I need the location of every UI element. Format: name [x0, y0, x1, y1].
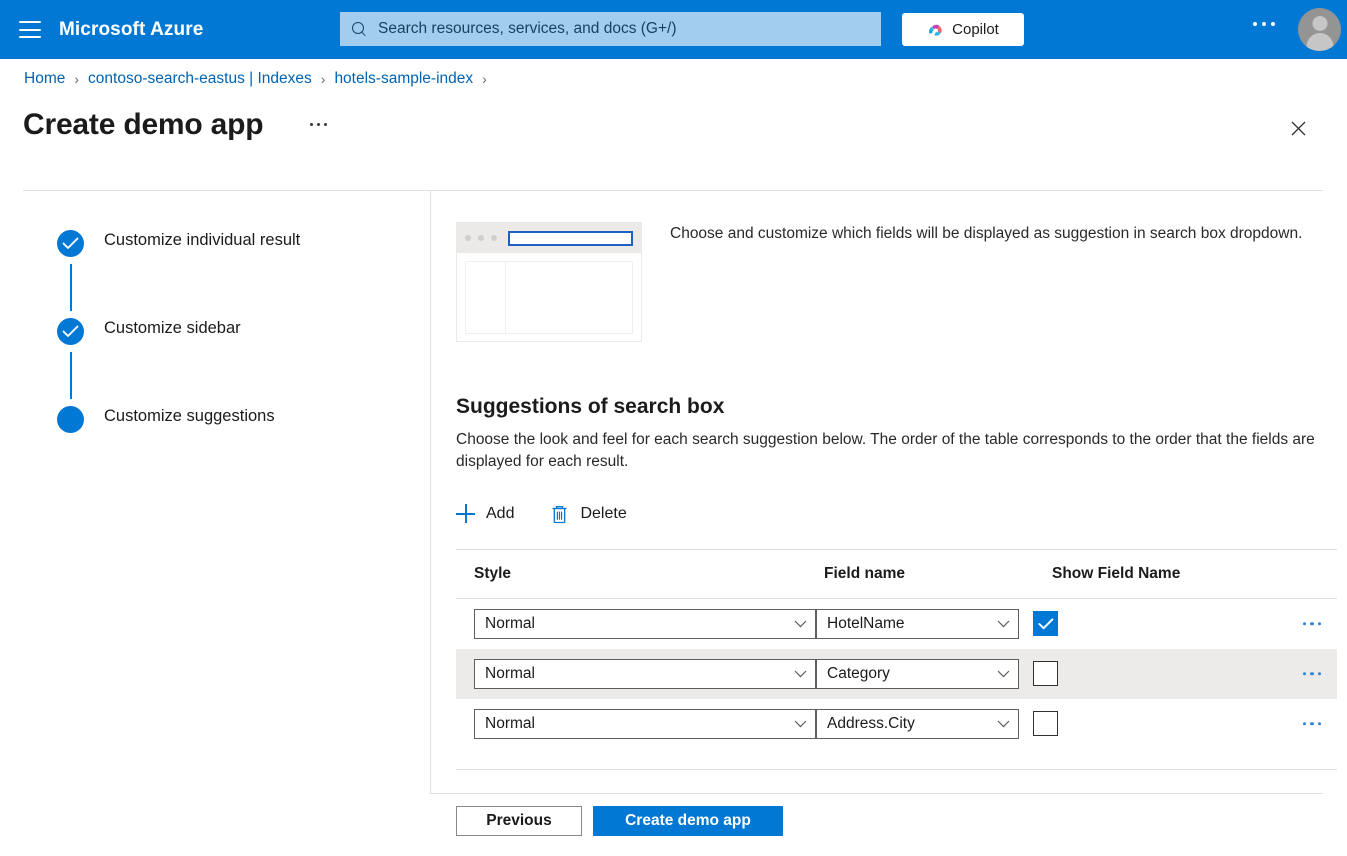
sidebar-item-customize-sidebar[interactable]: Customize sidebar: [57, 316, 407, 404]
check-icon: [1038, 618, 1054, 630]
copilot-button[interactable]: Copilot: [902, 13, 1024, 46]
column-header-field-name: Field name: [824, 564, 905, 582]
wizard-steps: Customize individual result Customize si…: [57, 228, 407, 433]
wizard-footer: Previous Create demo app: [456, 806, 783, 836]
delete-button[interactable]: Delete: [550, 504, 627, 524]
suggestions-table: Style Field name Show Field Name Normal …: [456, 550, 1337, 770]
trash-icon: [552, 505, 567, 524]
style-dropdown[interactable]: Normal: [474, 708, 816, 739]
style-dropdown[interactable]: Normal: [474, 608, 816, 639]
column-header-show-field-name: Show Field Name: [1052, 564, 1181, 582]
content-vertical-divider: [430, 190, 431, 793]
chevron-down-icon: [794, 670, 807, 678]
footer-divider: [430, 793, 1323, 794]
thumbnail-dot: [465, 235, 471, 241]
global-search-placeholder: Search resources, services, and docs (G+…: [378, 20, 677, 37]
create-demo-app-button[interactable]: Create demo app: [593, 806, 783, 836]
thumbnail-search-box: [508, 230, 633, 246]
step-label: Customize individual result: [104, 231, 301, 249]
chevron-down-icon: [794, 620, 807, 628]
hamburger-icon[interactable]: [19, 21, 41, 38]
section-title: Suggestions of search box: [456, 395, 725, 418]
breadcrumb-item-index[interactable]: hotels-sample-index: [334, 70, 473, 88]
chevron-down-icon: [794, 720, 807, 728]
copilot-label: Copilot: [952, 21, 999, 38]
page-title: Create demo app: [23, 108, 264, 141]
style-dropdown-value: Normal: [485, 614, 535, 632]
search-box-preview-thumbnail: [456, 222, 642, 342]
thumbnail-body: [457, 253, 641, 342]
previous-button[interactable]: Previous: [456, 806, 582, 836]
global-search-input[interactable]: Search resources, services, and docs (G+…: [340, 12, 881, 46]
thumbnail-titlebar: [457, 223, 641, 253]
field-name-dropdown-value: Category: [827, 664, 890, 682]
thumbnail-right-pane: [506, 262, 632, 333]
show-field-name-checkbox[interactable]: [1033, 661, 1058, 687]
step-label: Customize sidebar: [104, 319, 241, 337]
close-icon[interactable]: [1282, 112, 1314, 144]
check-icon: [57, 230, 84, 257]
chevron-down-icon: [997, 620, 1010, 628]
delete-button-label: Delete: [580, 504, 627, 522]
step-connector: [69, 352, 72, 399]
table-row: Normal Address.City: [456, 699, 1337, 749]
row-more-icon[interactable]: [1302, 672, 1321, 676]
field-name-dropdown[interactable]: Address.City: [816, 708, 1019, 739]
search-icon: [352, 21, 367, 37]
copilot-icon: [929, 24, 942, 36]
main-content: Choose and customize which fields will b…: [456, 222, 1337, 770]
field-name-dropdown[interactable]: HotelName: [816, 608, 1019, 639]
column-header-style: Style: [474, 564, 512, 582]
show-field-name-checkbox[interactable]: [1033, 611, 1058, 637]
breadcrumb-item-home[interactable]: Home: [24, 70, 65, 88]
step-label: Customize suggestions: [104, 407, 275, 425]
table-row: Normal HotelName: [456, 599, 1337, 649]
breadcrumb-item-service[interactable]: contoso-search-eastus | Indexes: [88, 70, 312, 88]
add-button[interactable]: Add: [456, 504, 515, 524]
header-divider: [23, 190, 1323, 191]
thumbnail-dot: [491, 235, 497, 241]
azure-brand-label[interactable]: Microsoft Azure: [59, 19, 203, 41]
breadcrumb-separator: ›: [482, 71, 487, 87]
row-more-icon[interactable]: [1302, 722, 1321, 726]
check-icon: [57, 318, 84, 345]
field-name-dropdown-value: HotelName: [827, 614, 905, 632]
chevron-down-icon: [997, 720, 1010, 728]
style-dropdown[interactable]: Normal: [474, 658, 816, 689]
add-button-label: Add: [486, 504, 515, 522]
style-dropdown-value: Normal: [485, 664, 535, 682]
preview-row: Choose and customize which fields will b…: [456, 222, 1336, 342]
section-description: Choose the look and feel for each search…: [456, 431, 1315, 471]
breadcrumb-separator: ›: [74, 71, 80, 87]
thumbnail-panes: [465, 261, 633, 334]
step-connector: [69, 264, 72, 311]
command-bar: Add Delete: [456, 497, 1336, 531]
show-field-name-checkbox[interactable]: [1033, 711, 1058, 737]
field-name-dropdown[interactable]: Category: [816, 658, 1019, 689]
table-row: Normal Category: [456, 648, 1337, 699]
page-more-icon[interactable]: [310, 123, 327, 126]
breadcrumb-separator: ›: [320, 71, 326, 87]
field-name-dropdown-value: Address.City: [827, 714, 915, 732]
table-header-row: Style Field name Show Field Name: [456, 550, 1337, 598]
thumbnail-left-pane: [466, 262, 506, 333]
topbar-more-icon[interactable]: [1253, 22, 1275, 26]
plus-icon: [456, 504, 475, 524]
row-more-icon[interactable]: [1302, 622, 1321, 626]
preview-description: Choose and customize which fields will b…: [670, 225, 1303, 242]
account-avatar-icon[interactable]: [1298, 8, 1341, 51]
thumbnail-dot: [478, 235, 484, 241]
filled-dot-icon: [57, 406, 84, 433]
breadcrumb: Home › contoso-search-eastus | Indexes ›…: [24, 70, 496, 88]
table-bottom-divider: [456, 768, 1337, 770]
sidebar-item-customize-individual-result[interactable]: Customize individual result: [57, 228, 407, 316]
chevron-down-icon: [997, 670, 1010, 678]
style-dropdown-value: Normal: [485, 714, 535, 732]
